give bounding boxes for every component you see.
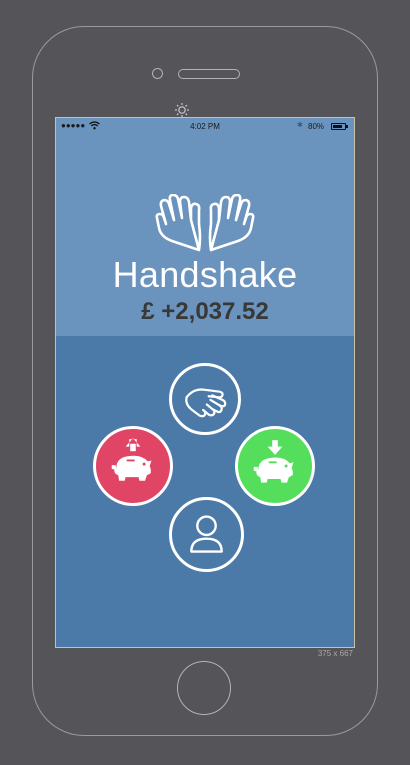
brightness-icon [175,103,189,117]
piggy-bank-up-icon [111,438,152,481]
earpiece-speaker [178,69,240,79]
status-bar: ●●●●● 4:02 PM ✱ 80% [56,118,354,135]
battery-icon [331,123,348,130]
app-screen: ●●●●● 4:02 PM ✱ 80% Handshake £ +2,037.5… [55,117,355,648]
header-panel: ●●●●● 4:02 PM ✱ 80% Handshake £ +2,037.5… [56,118,354,336]
profile-button[interactable] [169,497,244,572]
handshake-button[interactable] [169,363,241,435]
app-title: Handshake [112,254,298,295]
withdraw-button[interactable] [93,426,173,506]
raised-hands-icon [155,194,255,252]
home-button[interactable] [177,661,231,715]
piggy-bank-down-icon [253,440,294,483]
handshake-icon [185,388,227,418]
user-icon [190,515,223,553]
deposit-button[interactable] [235,426,315,506]
bluetooth-icon: ✱ [297,122,303,129]
battery-percent: 80% [308,122,325,131]
balance-amount: £ +2,037.52 [141,298,269,325]
device-size-label: 375 x 667 [317,649,353,658]
front-camera [152,68,163,79]
